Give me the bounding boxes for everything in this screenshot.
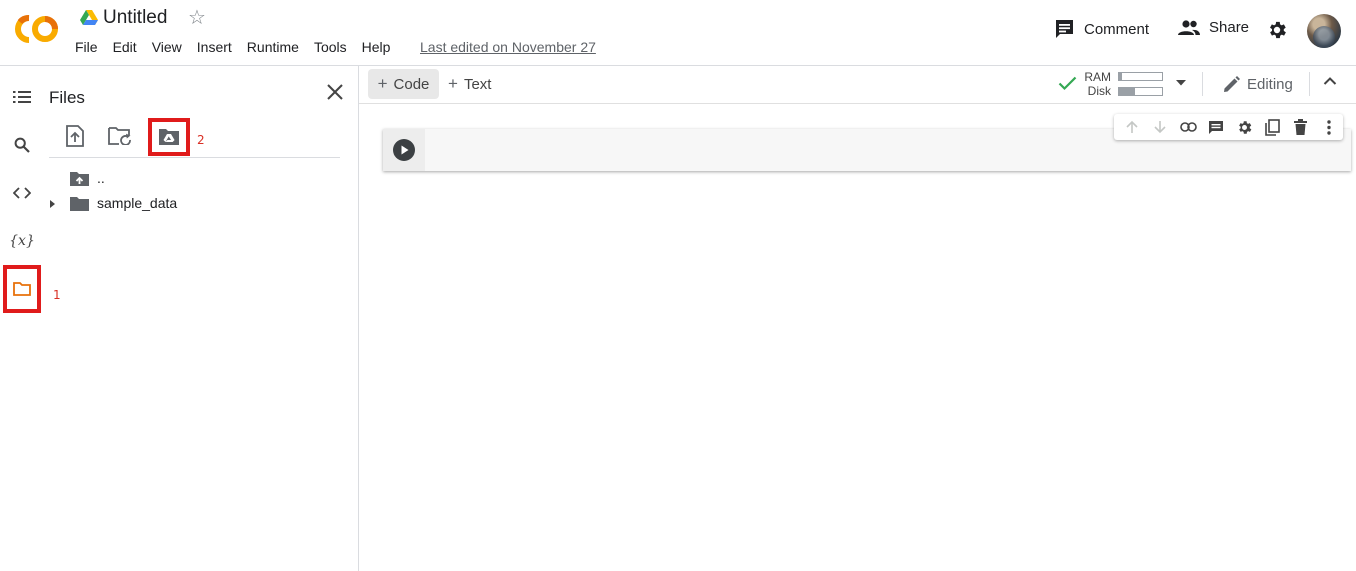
menu-bar: File Edit View Insert Runtime Tools Help: [75, 39, 405, 55]
menu-file[interactable]: File: [75, 39, 98, 55]
ram-label: RAM: [1084, 70, 1111, 84]
ram-usage-bar[interactable]: [1118, 72, 1163, 81]
avatar[interactable]: [1307, 14, 1341, 48]
menu-view[interactable]: View: [152, 39, 182, 55]
menu-insert[interactable]: Insert: [197, 39, 232, 55]
code-snippets-icon[interactable]: [0, 170, 44, 216]
people-icon: [1178, 19, 1200, 35]
notebook-toolbar: + Code + Text RAM Disk Editing: [359, 66, 1356, 104]
play-icon: [401, 145, 408, 155]
plus-icon: +: [448, 74, 458, 93]
add-text-label: Text: [463, 75, 492, 93]
chevron-up-icon[interactable]: [1323, 76, 1337, 86]
menu-edit[interactable]: Edit: [113, 39, 137, 55]
editing-mode-button[interactable]: Editing: [1223, 72, 1293, 96]
plus-icon: +: [377, 74, 388, 93]
files-panel-title: Files: [49, 88, 85, 107]
ram-usage-fill: [1119, 73, 1122, 80]
delete-icon[interactable]: [1287, 115, 1315, 139]
left-rail: {x} 1: [0, 66, 61, 571]
variables-icon[interactable]: {x}: [0, 218, 44, 264]
tree-item-label: sample_data: [97, 195, 178, 211]
tree-item-label: ..: [97, 170, 105, 186]
share-label: Share: [1209, 19, 1250, 36]
cell-settings-gear-icon[interactable]: [1231, 115, 1259, 139]
move-up-icon[interactable]: [1118, 115, 1146, 139]
add-code-button[interactable]: + Code: [368, 69, 439, 99]
comment-label: Comment: [1084, 20, 1150, 38]
disk-label: Disk: [1087, 84, 1111, 98]
menu-tools[interactable]: Tools: [314, 39, 347, 55]
cell-toolbar: [1114, 114, 1343, 140]
more-vert-icon[interactable]: [1315, 115, 1343, 139]
annotation-label-2: 2: [197, 133, 205, 147]
last-edited-link[interactable]: Last edited on November 27: [420, 39, 596, 55]
files-icon[interactable]: [3, 265, 41, 313]
google-drive-icon[interactable]: [80, 10, 98, 26]
colab-logo[interactable]: [12, 12, 62, 46]
files-panel: Files 2 .. sample_data: [44, 66, 359, 571]
mount-drive-icon[interactable]: [148, 118, 190, 156]
run-cell-button[interactable]: [393, 139, 415, 161]
add-code-label: Code: [393, 75, 430, 93]
move-down-icon[interactable]: [1146, 115, 1174, 139]
editing-label: Editing: [1247, 75, 1293, 93]
link-icon[interactable]: [1174, 115, 1202, 139]
settings-gear-icon[interactable]: [1266, 19, 1288, 41]
tree-item-sample-data[interactable]: sample_data: [49, 195, 177, 211]
notebook-title[interactable]: Untitled: [103, 7, 167, 29]
tree-item-parent[interactable]: ..: [70, 170, 105, 186]
close-icon[interactable]: [324, 81, 346, 103]
connected-check-icon: [1058, 76, 1077, 91]
toolbar-divider: [1309, 72, 1310, 96]
chevron-down-icon[interactable]: [1175, 79, 1187, 87]
mirror-cell-icon[interactable]: [1259, 115, 1287, 139]
add-text-button[interactable]: + Text: [448, 69, 491, 99]
expand-arrow-icon[interactable]: [49, 199, 57, 209]
disk-usage-bar[interactable]: [1118, 87, 1163, 96]
cell-gutter: [383, 129, 425, 171]
share-button[interactable]: Share: [1178, 19, 1249, 36]
comment-icon: [1056, 20, 1073, 38]
menu-help[interactable]: Help: [362, 39, 391, 55]
folder-icon: [70, 196, 89, 211]
toolbar-divider: [1202, 72, 1203, 96]
menu-runtime[interactable]: Runtime: [247, 39, 299, 55]
disk-usage-fill: [1119, 88, 1136, 95]
comment-icon[interactable]: [1202, 115, 1230, 139]
search-icon[interactable]: [0, 122, 44, 168]
parent-folder-icon: [70, 171, 89, 186]
panel-divider: [49, 157, 340, 158]
header: Untitled ☆ File Edit View Insert Runtime…: [0, 0, 1356, 66]
pencil-icon: [1224, 75, 1240, 92]
comment-button[interactable]: Comment: [1054, 19, 1149, 39]
star-icon[interactable]: ☆: [188, 7, 206, 29]
upload-icon[interactable]: [62, 123, 88, 149]
resources-labels[interactable]: RAM Disk: [1083, 70, 1111, 98]
refresh-folder-icon[interactable]: [107, 123, 133, 149]
table-of-contents-icon[interactable]: [0, 74, 44, 120]
